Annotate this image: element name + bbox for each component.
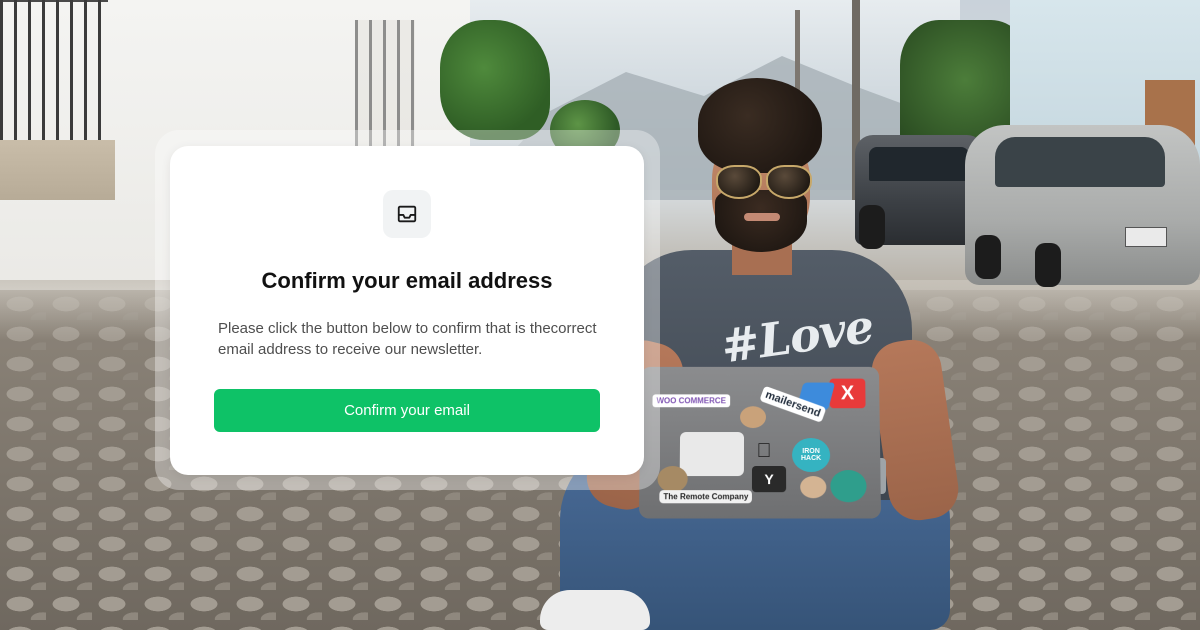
- sunglasses-icon: [712, 165, 812, 199]
- inbox-tray-icon: [383, 190, 431, 238]
- mouth: [744, 213, 780, 221]
- email-confirmation-modal: Confirm your email address Please click …: [170, 146, 644, 475]
- globe-sticker: [830, 470, 867, 503]
- sunglasses-lens: [716, 165, 762, 199]
- sneaker: [540, 590, 650, 630]
- confirm-email-button[interactable]: Confirm your email: [214, 389, 600, 432]
- beard: [715, 190, 807, 252]
- apple-logo-icon: : [750, 438, 778, 464]
- window-sill: [0, 140, 115, 200]
- lion-sticker: [657, 466, 688, 493]
- modal-body-text: Please click the button below to confirm…: [218, 320, 597, 358]
- background-photo: #Love WOO COMMERCE X mailersend  IRON H…: [0, 0, 1200, 630]
- dog-sticker-2: [800, 476, 827, 499]
- sunglasses-lens: [766, 165, 812, 199]
- license-plate: [1125, 227, 1167, 247]
- hammock-sticker: [679, 432, 745, 477]
- parked-silver-car: [965, 125, 1200, 287]
- laptop: WOO COMMERCE X mailersend  IRON HACK Y …: [638, 366, 882, 519]
- window-grill: [0, 0, 108, 146]
- modal-title: Confirm your email address: [261, 268, 553, 293]
- remote-company-sticker: The Remote Company: [659, 490, 753, 504]
- x-sticker: X: [829, 378, 866, 409]
- car-wheel: [1035, 243, 1061, 287]
- car-wheel: [975, 235, 1001, 279]
- hair: [698, 78, 822, 173]
- tree-foliage: [440, 20, 550, 140]
- woocommerce-sticker: WOO COMMERCE: [652, 394, 730, 408]
- y-sticker: Y: [751, 466, 787, 493]
- dog-sticker: [740, 406, 766, 429]
- ironhack-sticker: IRON HACK: [791, 438, 831, 473]
